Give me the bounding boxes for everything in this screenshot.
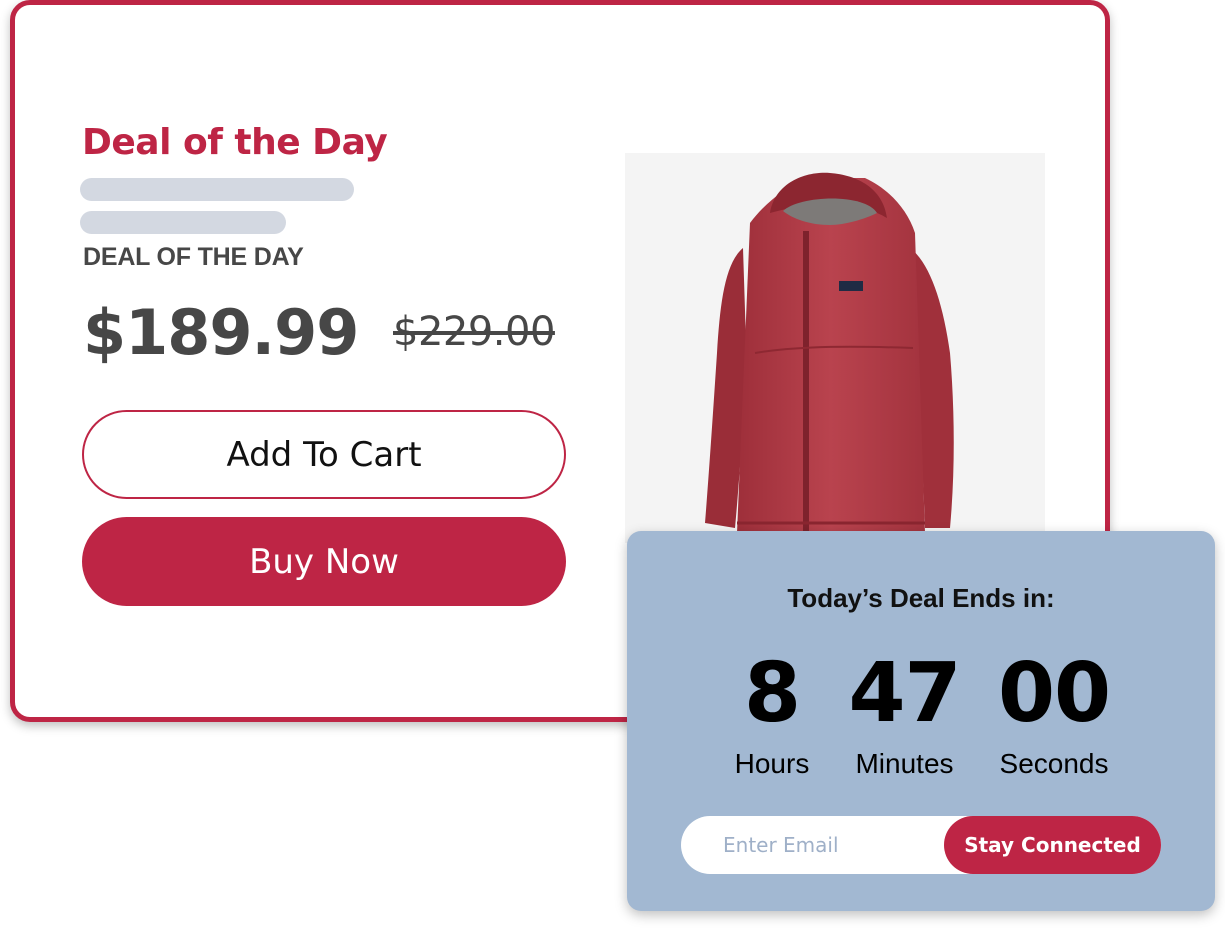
hours-value: 8: [743, 646, 801, 741]
countdown-minutes: 47 Minutes: [842, 646, 967, 784]
countdown-panel: Today’s Deal Ends in: 8 Hours 47 Minutes…: [627, 531, 1215, 911]
email-input[interactable]: [701, 816, 941, 874]
add-to-cart-button[interactable]: Add To Cart: [82, 410, 566, 499]
sale-price: $189.99: [83, 296, 359, 369]
hours-label: Hours: [734, 748, 810, 779]
minutes-label: Minutes: [855, 748, 954, 779]
skeleton-line: [80, 178, 354, 201]
buy-now-button[interactable]: Buy Now: [82, 517, 566, 606]
email-signup: Stay Connected: [681, 816, 1161, 874]
stay-connected-button[interactable]: Stay Connected: [944, 816, 1161, 874]
seconds-label: Seconds: [999, 748, 1109, 779]
minutes-value: 47: [848, 646, 961, 741]
countdown-hours: 8 Hours: [727, 646, 817, 784]
original-price: $229.00: [393, 309, 555, 355]
countdown-seconds: 00 Seconds: [989, 646, 1119, 784]
deal-eyebrow: DEAL OF THE DAY: [83, 243, 304, 271]
jacket-image: [705, 172, 954, 533]
deal-title: Deal of the Day: [82, 122, 388, 163]
countdown-title: Today’s Deal Ends in:: [787, 583, 1055, 613]
seconds-value: 00: [997, 646, 1111, 741]
skeleton-line: [80, 211, 286, 234]
product-image: [625, 153, 1045, 543]
